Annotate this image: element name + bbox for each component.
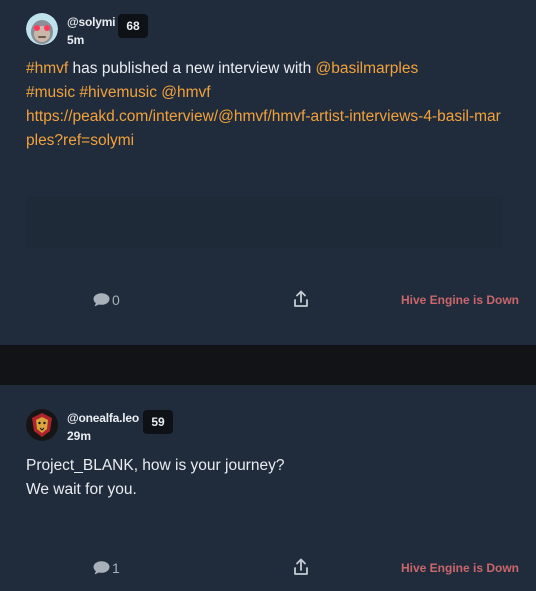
body-line: We wait for you. bbox=[26, 481, 137, 498]
link-preview[interactable] bbox=[26, 196, 503, 248]
hashtag-link[interactable]: #music bbox=[26, 84, 75, 101]
post-time: 5m bbox=[67, 33, 85, 47]
avatar-lion-icon bbox=[26, 409, 58, 441]
post-body: #hmvf has published a new interview with… bbox=[26, 57, 516, 153]
hive-engine-status: Hive Engine is Down bbox=[400, 293, 519, 307]
mention-link[interactable]: @hmvf bbox=[161, 84, 210, 101]
comment-count: 1 bbox=[112, 560, 120, 576]
hashtag-link[interactable]: #hmvf bbox=[26, 60, 68, 77]
body-line: #hmvf has published a new interview with… bbox=[26, 57, 516, 81]
post-actions: 1 Hive Engine is Down bbox=[0, 558, 536, 578]
post-header: @solymi 68 5m bbox=[26, 13, 326, 49]
post-card: @solymi 68 5m #hmvf has published a new … bbox=[0, 0, 536, 345]
reputation-badge: 68 bbox=[118, 14, 148, 38]
body-line: Project_BLANK, how is your journey? bbox=[26, 457, 285, 474]
comment-bubble-icon bbox=[93, 293, 110, 307]
username[interactable]: @solymi bbox=[67, 15, 116, 29]
avatar-ape-icon bbox=[26, 13, 58, 45]
username[interactable]: @onealfa.leo bbox=[67, 411, 139, 425]
avatar[interactable] bbox=[26, 409, 58, 441]
hive-engine-status: Hive Engine is Down bbox=[400, 561, 519, 575]
share-button[interactable] bbox=[293, 290, 309, 313]
post-actions: 0 Hive Engine is Down bbox=[0, 290, 536, 310]
comment-count: 0 bbox=[112, 292, 120, 308]
reputation-badge: 59 bbox=[143, 410, 173, 434]
hashtag-link[interactable]: #hivemusic bbox=[79, 84, 157, 101]
share-icon bbox=[294, 558, 308, 575]
post-body: Project_BLANK, how is your journey? We w… bbox=[26, 454, 516, 502]
post-card: @onealfa.leo 59 29m Project_BLANK, how i… bbox=[0, 385, 536, 591]
comment-button[interactable]: 1 bbox=[93, 558, 120, 578]
comment-bubble-icon bbox=[93, 561, 110, 575]
body-line: #music #hivemusic @hmvf bbox=[26, 81, 516, 105]
url-link[interactable]: https://peakd.com/interview/@hmvf/hmvf-a… bbox=[26, 108, 501, 149]
avatar[interactable] bbox=[26, 13, 58, 45]
body-text: has published a new interview with bbox=[68, 60, 316, 77]
post-time: 29m bbox=[67, 429, 92, 443]
comment-button[interactable]: 0 bbox=[93, 290, 120, 310]
post-separator bbox=[0, 345, 536, 385]
share-button[interactable] bbox=[293, 558, 309, 581]
post-header: @onealfa.leo 59 29m bbox=[26, 409, 326, 445]
body-line: https://peakd.com/interview/@hmvf/hmvf-a… bbox=[26, 105, 506, 153]
mention-link[interactable]: @basilmarples bbox=[316, 60, 419, 77]
share-icon bbox=[294, 290, 308, 307]
